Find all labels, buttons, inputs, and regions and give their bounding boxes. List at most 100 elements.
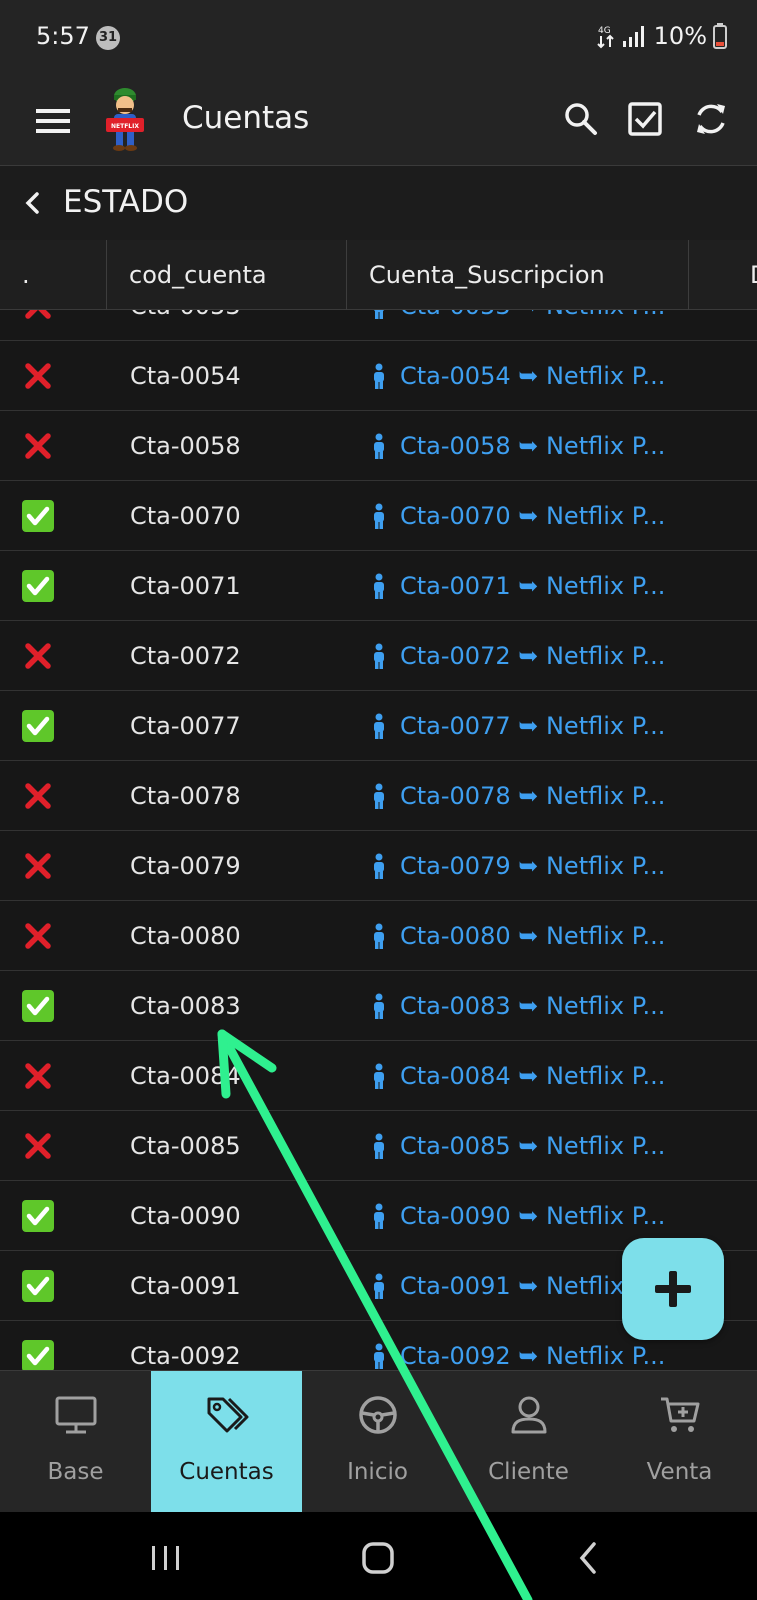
cross-icon [22, 1060, 54, 1092]
app-logo: NETFLIX [106, 88, 144, 151]
system-navigation-bar [0, 1512, 757, 1600]
checkmark-icon [22, 500, 54, 532]
plus-icon [655, 1271, 691, 1307]
status-indicators: 4G 10% [596, 22, 727, 50]
table-row[interactable]: Cta-0079 Cta-0079 ➥ Netflix P... [0, 831, 757, 901]
cod-cuenta-cell: Cta-0071 [130, 572, 241, 600]
column-header-status[interactable]: . [22, 240, 30, 310]
search-button[interactable] [556, 94, 606, 144]
cuenta-suscripcion-link[interactable]: Cta-0070 ➥ Netflix P... [370, 481, 665, 551]
calendar-badge-icon: 31 [96, 26, 120, 50]
sync-button[interactable] [686, 94, 736, 144]
nav-item-venta[interactable]: Venta [604, 1371, 755, 1513]
cuenta-suscripcion-text: Cta-0090 ➥ Netflix P... [400, 1202, 666, 1230]
search-icon [565, 103, 597, 135]
cuenta-suscripcion-text: Cta-0084 ➥ Netflix P... [400, 1062, 666, 1090]
tags-icon [207, 1397, 249, 1433]
status-bar: 5:57 31 4G 10% [0, 0, 757, 76]
column-header-cod-cuenta[interactable]: cod_cuenta [129, 240, 267, 310]
battery-icon [713, 23, 727, 49]
monitor-icon [55, 1396, 97, 1434]
steering-wheel-icon [359, 1396, 397, 1434]
signal-icon [622, 26, 644, 47]
table-row[interactable]: Cta-0053 Cta-0053 ➥ Netflix P... [0, 310, 757, 341]
nav-label: Base [47, 1459, 104, 1485]
cod-cuenta-cell: Cta-0092 [130, 1342, 241, 1370]
cuenta-suscripcion-link[interactable]: Cta-0054 ➥ Netflix P... [370, 341, 665, 411]
cross-icon [22, 1130, 54, 1162]
nav-item-cliente[interactable]: Cliente [453, 1371, 604, 1513]
checkmark-icon [22, 990, 54, 1022]
menu-icon[interactable] [30, 98, 76, 144]
table-row[interactable]: Cta-0083 Cta-0083 ➥ Netflix P... [0, 971, 757, 1041]
checkmark-icon [22, 710, 54, 742]
cod-cuenta-cell: Cta-0080 [130, 922, 241, 950]
person-icon [374, 923, 384, 949]
cuenta-suscripcion-link[interactable]: Cta-0079 ➥ Netflix P... [370, 831, 665, 901]
column-header-cuenta-suscripcion[interactable]: Cuenta_Suscripcion [369, 240, 605, 310]
person-icon [374, 503, 384, 529]
table-row[interactable]: Cta-0085 Cta-0085 ➥ Netflix P... [0, 1111, 757, 1181]
nav-item-cuentas[interactable]: Cuentas [151, 1371, 302, 1513]
cod-cuenta-cell: Cta-0090 [130, 1202, 241, 1230]
cuenta-suscripcion-link[interactable]: Cta-0080 ➥ Netflix P... [370, 901, 665, 971]
sync-icon [697, 104, 725, 134]
cuenta-suscripcion-link[interactable]: Cta-0078 ➥ Netflix P... [370, 761, 665, 831]
table-row[interactable]: Cta-0072 Cta-0072 ➥ Netflix P... [0, 621, 757, 691]
back-chevron-icon[interactable] [14, 184, 52, 222]
table-row[interactable]: Cta-0077 Cta-0077 ➥ Netflix P... [0, 691, 757, 761]
cod-cuenta-cell: Cta-0084 [130, 1062, 241, 1090]
person-icon [374, 573, 384, 599]
table-body[interactable]: Cta-0053Cta-0053 ➥ Netflix P...Cta-0054C… [0, 310, 757, 1370]
cuenta-suscripcion-text: Cta-0072 ➥ Netflix P... [400, 642, 666, 670]
table-row[interactable]: Cta-0084 Cta-0084 ➥ Netflix P... [0, 1041, 757, 1111]
cross-icon [22, 780, 54, 812]
cuenta-suscripcion-text: Cta-0070 ➥ Netflix P... [400, 502, 666, 530]
cuenta-suscripcion-link[interactable]: Cta-0085 ➥ Netflix P... [370, 1111, 665, 1181]
nav-item-base[interactable]: Base [0, 1371, 151, 1513]
nav-item-inicio[interactable]: Inicio [302, 1371, 453, 1513]
table-row[interactable]: Cta-0054 Cta-0054 ➥ Netflix P... [0, 341, 757, 411]
cross-icon [22, 310, 54, 322]
person-icon [374, 1273, 384, 1299]
table-row[interactable]: Cta-0080 Cta-0080 ➥ Netflix P... [0, 901, 757, 971]
cod-cuenta-cell: Cta-0070 [130, 502, 241, 530]
cuenta-suscripcion-text: Cta-0077 ➥ Netflix P... [400, 712, 666, 740]
table-row[interactable]: Cta-0078 Cta-0078 ➥ Netflix P... [0, 761, 757, 831]
checkbox-icon [628, 102, 662, 136]
system-back-icon[interactable] [568, 1536, 612, 1580]
cuenta-suscripcion-link[interactable]: Cta-0084 ➥ Netflix P... [370, 1041, 665, 1111]
nav-label: Venta [646, 1459, 713, 1485]
cuenta-suscripcion-link[interactable]: Cta-0058 ➥ Netflix P... [370, 411, 665, 481]
cuenta-suscripcion-link[interactable]: Cta-0083 ➥ Netflix P... [370, 971, 665, 1041]
cuenta-suscripcion-text: Cta-0058 ➥ Netflix P... [400, 432, 666, 460]
cuenta-suscripcion-link[interactable]: Cta-0077 ➥ Netflix P... [370, 691, 665, 761]
cuenta-suscripcion-link[interactable]: Cta-0071 ➥ Netflix P... [370, 551, 665, 621]
checkmark-icon [22, 570, 54, 602]
person-icon [374, 643, 384, 669]
cuenta-suscripcion-link[interactable]: Cta-0092 ➥ Netflix P... [370, 1321, 665, 1370]
cod-cuenta-cell: Cta-0091 [130, 1272, 241, 1300]
add-button[interactable] [622, 1238, 724, 1340]
person-icon [374, 853, 384, 879]
cross-icon [22, 360, 54, 392]
select-all-button[interactable] [620, 94, 670, 144]
cuenta-suscripcion-link[interactable]: Cta-0072 ➥ Netflix P... [370, 621, 665, 691]
home-icon[interactable] [356, 1536, 400, 1580]
cuenta-suscripcion-text: Cta-0079 ➥ Netflix P... [400, 852, 666, 880]
cuenta-suscripcion-link[interactable]: Cta-0090 ➥ Netflix P... [370, 1181, 665, 1251]
cuenta-suscripcion-text: Cta-0083 ➥ Netflix P... [400, 992, 666, 1020]
cart-icon [661, 1397, 700, 1432]
table-row[interactable]: Cta-0058 Cta-0058 ➥ Netflix P... [0, 411, 757, 481]
cross-icon [22, 850, 54, 882]
cuenta-suscripcion-link[interactable]: Cta-0053 ➥ Netflix P... [370, 310, 665, 341]
bottom-navigation: Base Cuentas Inicio Cliente Venta [0, 1370, 757, 1513]
page-title: Cuentas [182, 100, 310, 136]
table-row[interactable]: Cta-0070 Cta-0070 ➥ Netflix P... [0, 481, 757, 551]
column-header-next[interactable]: D [750, 240, 757, 310]
person-icon [374, 310, 384, 319]
table-row[interactable]: Cta-0071 Cta-0071 ➥ Netflix P... [0, 551, 757, 621]
person-icon [374, 993, 384, 1019]
recents-icon[interactable] [144, 1536, 188, 1580]
person-icon [374, 1343, 384, 1369]
